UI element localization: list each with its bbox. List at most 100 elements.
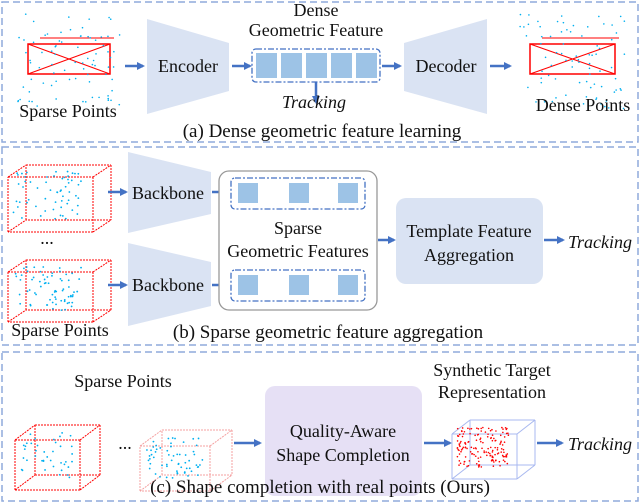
point <box>575 55 578 57</box>
point <box>71 209 74 212</box>
point <box>95 53 97 55</box>
point <box>610 38 613 41</box>
point <box>46 276 49 278</box>
point <box>32 276 35 279</box>
point <box>102 44 105 47</box>
point <box>55 98 57 100</box>
tracking-label: Tracking <box>282 92 346 112</box>
point <box>71 294 74 296</box>
point <box>64 460 67 463</box>
point <box>155 448 158 451</box>
point <box>36 444 39 447</box>
point <box>32 41 35 44</box>
point <box>74 61 76 64</box>
point <box>171 437 174 439</box>
point <box>20 468 23 471</box>
point <box>38 280 41 283</box>
point <box>197 465 200 468</box>
point <box>60 299 63 302</box>
point <box>555 51 558 54</box>
feature-cell <box>331 53 352 78</box>
point <box>494 439 497 442</box>
point <box>170 445 172 448</box>
point <box>73 291 75 293</box>
point <box>502 455 505 458</box>
point <box>53 175 55 177</box>
point <box>62 288 65 291</box>
point <box>502 431 504 434</box>
point <box>24 180 27 183</box>
point <box>25 442 28 445</box>
point <box>493 461 495 463</box>
point <box>477 464 480 466</box>
point <box>503 436 506 438</box>
point <box>496 446 499 449</box>
point <box>44 282 47 284</box>
point <box>490 437 492 440</box>
point <box>469 432 471 435</box>
point <box>152 446 155 448</box>
aggregation-label: Aggregation <box>424 245 514 265</box>
point <box>64 185 67 188</box>
point <box>176 471 179 474</box>
point <box>528 14 530 16</box>
box-edge <box>7 164 27 178</box>
point <box>111 78 113 81</box>
point <box>463 463 465 465</box>
feature-cell <box>306 53 327 78</box>
point <box>47 282 50 285</box>
point <box>184 454 187 456</box>
point <box>196 474 199 477</box>
synthetic-target-label: Representation <box>438 382 546 402</box>
point <box>64 308 67 311</box>
point <box>21 217 23 219</box>
point <box>70 179 73 182</box>
point <box>147 459 150 462</box>
feature-cell <box>356 53 377 78</box>
point <box>475 439 478 442</box>
point <box>477 450 479 453</box>
point <box>67 295 70 298</box>
point <box>58 40 61 42</box>
point <box>87 35 89 38</box>
point <box>488 452 491 455</box>
point <box>491 451 494 453</box>
point <box>504 455 506 458</box>
point <box>22 457 25 459</box>
point <box>491 449 494 452</box>
point <box>458 464 460 466</box>
box-edge <box>7 259 27 273</box>
point <box>180 466 183 469</box>
point <box>501 444 504 446</box>
point <box>201 459 204 461</box>
point <box>462 433 465 435</box>
point <box>477 433 480 436</box>
point <box>44 197 47 200</box>
point <box>29 181 32 183</box>
point <box>61 177 64 180</box>
point <box>500 447 503 450</box>
panel-a-caption: (a) Dense geometric feature learning <box>183 121 462 142</box>
point <box>75 194 77 197</box>
point <box>479 456 482 458</box>
point <box>68 476 71 479</box>
point <box>77 183 80 186</box>
point <box>149 462 152 465</box>
point <box>591 54 593 57</box>
point <box>41 51 43 54</box>
point <box>495 459 497 461</box>
point <box>19 302 22 305</box>
sparse-features-label: Geometric Features <box>227 241 368 261</box>
point <box>505 454 508 457</box>
feature-cell <box>256 53 277 78</box>
point <box>578 61 580 63</box>
tracking-label: Tracking <box>568 232 632 252</box>
point <box>28 91 31 93</box>
point <box>505 432 508 435</box>
sparse-point-cloud <box>14 424 101 491</box>
point <box>458 460 461 462</box>
point <box>42 82 45 84</box>
point <box>547 74 550 77</box>
point <box>172 454 175 457</box>
point <box>21 172 23 175</box>
